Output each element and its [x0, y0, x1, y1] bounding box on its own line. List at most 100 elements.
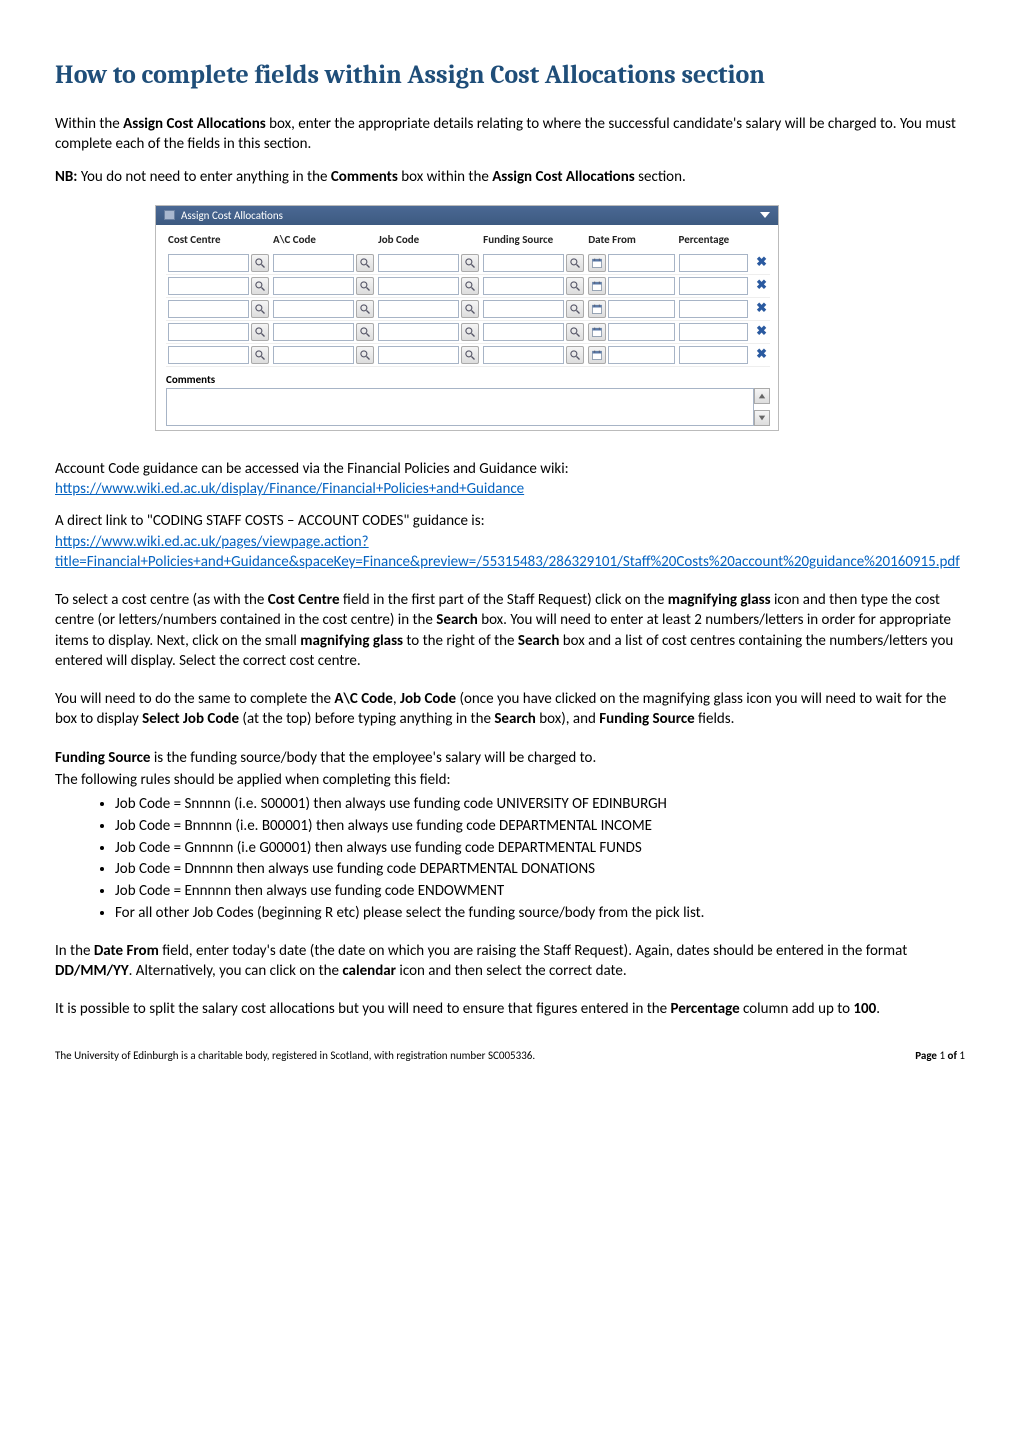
calendar-icon[interactable]	[588, 300, 606, 318]
finance-guidance-link[interactable]: https://www.wiki.ed.ac.uk/display/Financ…	[55, 480, 524, 498]
scroll-up-icon[interactable]	[754, 388, 770, 404]
delete-row-icon[interactable]: ✖	[752, 324, 767, 339]
text: field, enter today's date (the date on w…	[159, 942, 907, 960]
text: . Alternatively, you can click on the	[129, 962, 343, 980]
ac-code-input[interactable]	[273, 300, 354, 318]
cost-centre-input[interactable]	[168, 346, 249, 364]
account-codes-link[interactable]: https://www.wiki.ed.ac.uk/pages/viewpage…	[55, 533, 960, 571]
magnifying-glass-icon[interactable]	[356, 346, 374, 364]
calendar-icon[interactable]	[588, 323, 606, 341]
magnifying-glass-icon[interactable]	[251, 277, 269, 295]
restore-icon[interactable]	[164, 210, 175, 220]
intro-paragraph: Within the Assign Cost Allocations box, …	[55, 114, 965, 155]
text: section.	[635, 168, 686, 186]
magnifying-glass-icon[interactable]	[566, 254, 584, 272]
text: box within the	[398, 168, 492, 186]
funding-source-input[interactable]	[483, 254, 564, 272]
col-date-from: Date From	[586, 229, 676, 252]
magnifying-glass-icon[interactable]	[356, 254, 374, 272]
magnifying-glass-icon[interactable]	[461, 277, 479, 295]
percentage-input[interactable]	[679, 254, 749, 272]
date-from-input[interactable]	[608, 346, 674, 364]
magnifying-glass-icon[interactable]	[356, 323, 374, 341]
cost-centre-input[interactable]	[168, 300, 249, 318]
job-code-input[interactable]	[378, 323, 459, 341]
job-code-input[interactable]	[378, 254, 459, 272]
magnifying-glass-icon[interactable]	[356, 277, 374, 295]
cost-centre-input[interactable]	[168, 323, 249, 341]
percentage-input[interactable]	[679, 300, 749, 318]
magnifying-glass-icon[interactable]	[461, 254, 479, 272]
text-bold: Job Code	[400, 690, 456, 708]
text-bold: 100	[853, 1000, 876, 1018]
magnifying-glass-icon[interactable]	[461, 346, 479, 364]
paragraph: The following rules should be applied wh…	[55, 770, 965, 790]
magnifying-glass-icon[interactable]	[566, 300, 584, 318]
date-from-input[interactable]	[608, 254, 674, 272]
text-bold: Page	[915, 1049, 939, 1062]
calendar-icon[interactable]	[588, 346, 606, 364]
text-bold: NB:	[55, 168, 77, 186]
ac-code-input[interactable]	[273, 346, 354, 364]
magnifying-glass-icon[interactable]	[461, 300, 479, 318]
percentage-input[interactable]	[679, 346, 749, 364]
delete-row-icon[interactable]: ✖	[752, 347, 767, 362]
cost-centre-input[interactable]	[168, 277, 249, 295]
text: to the right of the	[403, 632, 518, 650]
scroll-down-icon[interactable]	[754, 410, 770, 426]
table-row: ✖	[166, 297, 770, 320]
ac-code-input[interactable]	[273, 277, 354, 295]
date-from-input[interactable]	[608, 323, 674, 341]
paragraph: You will need to do the same to complete…	[55, 689, 965, 730]
table-row: ✖	[166, 320, 770, 343]
magnifying-glass-icon[interactable]	[566, 277, 584, 295]
text: ,	[393, 690, 400, 708]
date-from-input[interactable]	[608, 277, 674, 295]
page-title: How to complete fields within Assign Cos…	[55, 60, 965, 90]
panel-title: Assign Cost Allocations	[181, 209, 283, 222]
magnifying-glass-icon[interactable]	[566, 346, 584, 364]
percentage-input[interactable]	[679, 277, 749, 295]
paragraph: A direct link to "CODING STAFF COSTS – A…	[55, 511, 965, 572]
job-code-input[interactable]	[378, 346, 459, 364]
ac-code-input[interactable]	[273, 254, 354, 272]
calendar-icon[interactable]	[588, 277, 606, 295]
paragraph: Account Code guidance can be accessed vi…	[55, 459, 965, 500]
percentage-input[interactable]	[679, 323, 749, 341]
funding-source-input[interactable]	[483, 346, 564, 364]
col-cost-centre: Cost Centre	[166, 229, 271, 252]
date-from-input[interactable]	[608, 300, 674, 318]
calendar-icon[interactable]	[588, 254, 606, 272]
cost-centre-input[interactable]	[168, 254, 249, 272]
list-item: For all other Job Codes (beginning R etc…	[115, 903, 965, 925]
funding-rules-list: Job Code = Snnnnn (i.e. S00001) then alw…	[115, 794, 965, 925]
text-bold: calendar	[342, 962, 396, 980]
funding-source-input[interactable]	[483, 277, 564, 295]
magnifying-glass-icon[interactable]	[356, 300, 374, 318]
job-code-input[interactable]	[378, 300, 459, 318]
funding-source-input[interactable]	[483, 300, 564, 318]
assign-cost-allocations-panel: Assign Cost Allocations Cost Centre A\C …	[155, 205, 779, 431]
comments-scrollbar[interactable]	[754, 388, 770, 426]
delete-row-icon[interactable]: ✖	[752, 278, 767, 293]
magnifying-glass-icon[interactable]	[251, 300, 269, 318]
text-bold: Funding Source	[599, 710, 694, 728]
footer-text: The University of Edinburgh is a charita…	[55, 1049, 535, 1062]
magnifying-glass-icon[interactable]	[251, 254, 269, 272]
funding-source-input[interactable]	[483, 323, 564, 341]
delete-row-icon[interactable]: ✖	[752, 301, 767, 316]
ac-code-input[interactable]	[273, 323, 354, 341]
magnifying-glass-icon[interactable]	[251, 346, 269, 364]
magnifying-glass-icon[interactable]	[251, 323, 269, 341]
text-bold: Cost Centre	[268, 591, 340, 609]
comments-input[interactable]	[166, 388, 754, 426]
text: A direct link to "CODING STAFF COSTS – A…	[55, 512, 485, 530]
text-bold: Search	[436, 611, 478, 629]
text-bold: magnifying glass	[300, 632, 403, 650]
chevron-down-icon[interactable]	[760, 212, 770, 218]
magnifying-glass-icon[interactable]	[566, 323, 584, 341]
paragraph: Funding Source is the funding source/bod…	[55, 748, 965, 768]
magnifying-glass-icon[interactable]	[461, 323, 479, 341]
delete-row-icon[interactable]: ✖	[752, 255, 767, 270]
job-code-input[interactable]	[378, 277, 459, 295]
